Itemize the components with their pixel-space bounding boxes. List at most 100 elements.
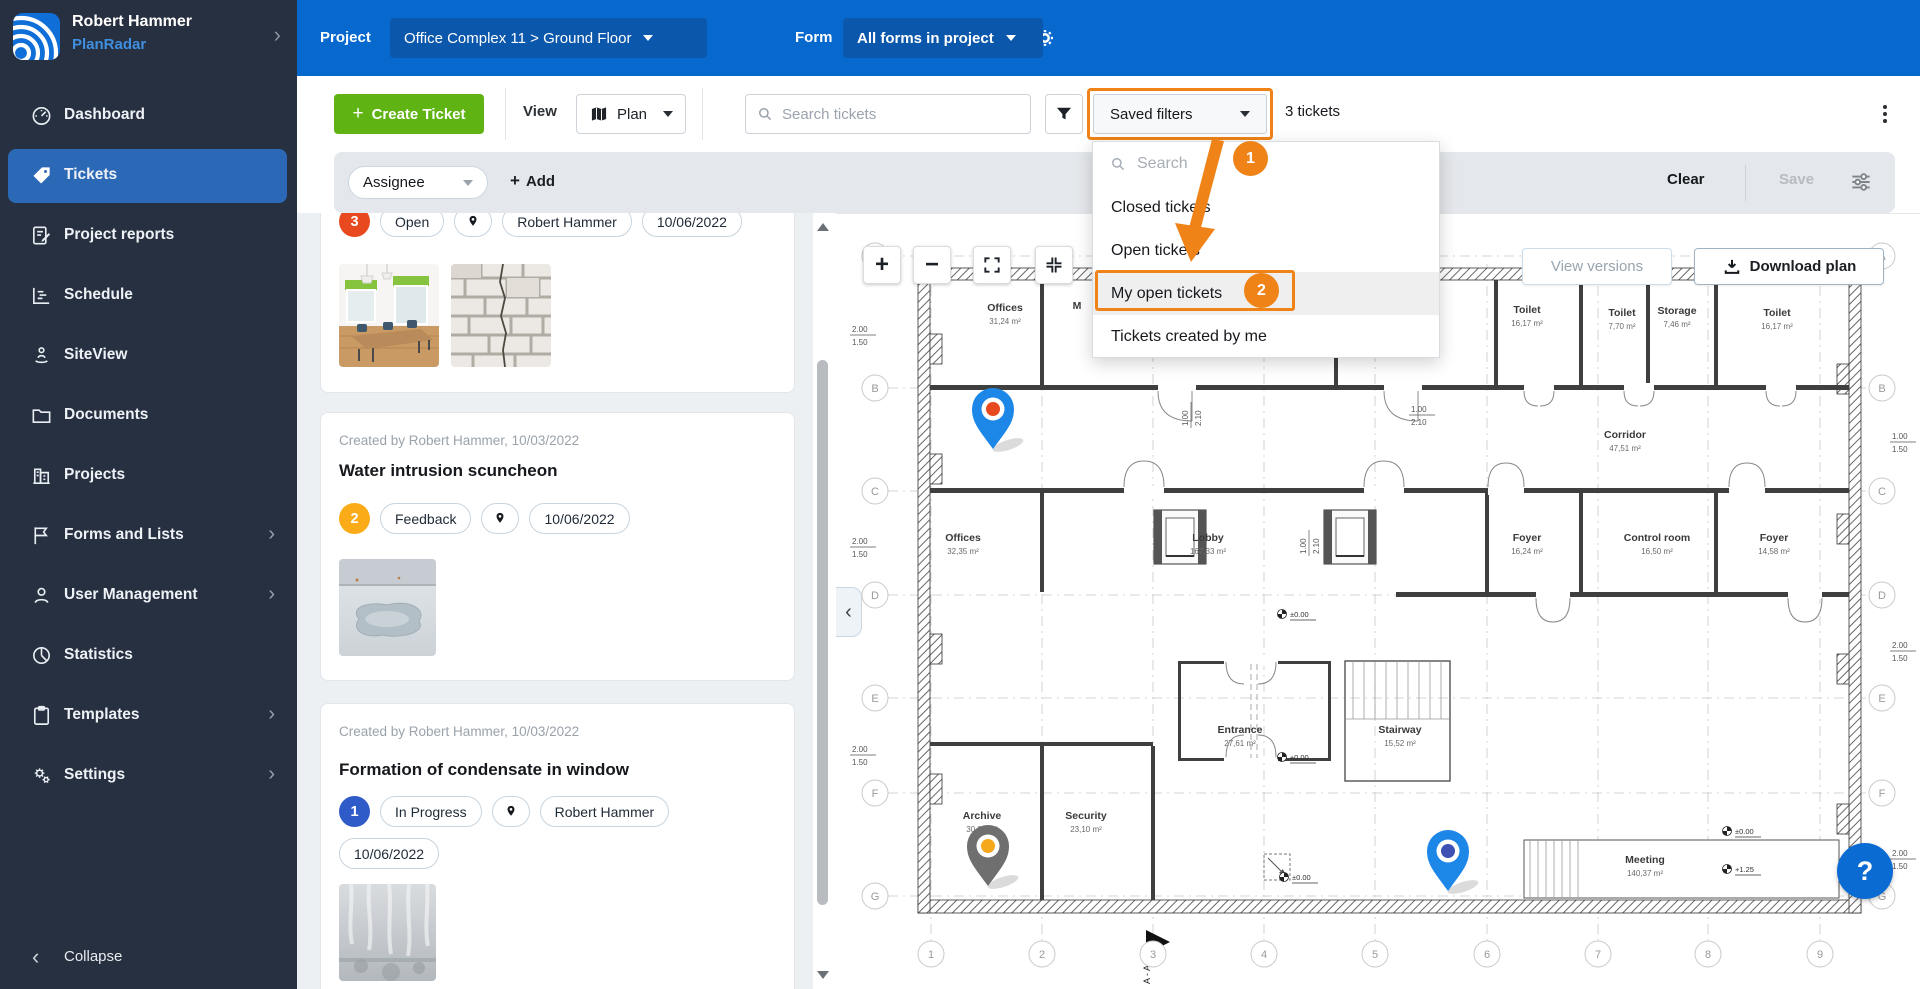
siteview-icon xyxy=(30,344,53,367)
zoom-in-button[interactable]: + xyxy=(863,246,901,284)
svg-text:B: B xyxy=(1878,383,1885,395)
ticket-pin-gray-yellow[interactable] xyxy=(967,825,1020,892)
ticket-pin-blue-navy[interactable] xyxy=(1427,830,1480,897)
chevron-right-icon: › xyxy=(268,763,275,786)
more-options-kebab-icon[interactable] xyxy=(1875,100,1895,128)
status-badge: In Progress xyxy=(380,796,482,827)
sidebar-item-documents[interactable]: Documents xyxy=(0,386,297,446)
svg-text:Storage: Storage xyxy=(1657,305,1696,317)
ticket-title: Formation of condensate in window xyxy=(339,760,629,780)
collapse-list-tab[interactable]: ‹ xyxy=(836,587,862,637)
ticket-photo-water-puddle[interactable] xyxy=(339,559,436,656)
svg-text:15,52 m²: 15,52 m² xyxy=(1384,739,1416,748)
due-date-badge: 10/06/2022 xyxy=(642,213,742,237)
ticket-count-badge: 2 xyxy=(339,503,370,534)
topbar: Project Office Complex 11 > Ground Floor… xyxy=(297,0,1920,76)
planradar-logo-icon[interactable] xyxy=(13,13,60,60)
tickets-count: 3 tickets xyxy=(1285,103,1340,120)
view-mode-selector[interactable]: Plan xyxy=(576,94,686,134)
filter-funnel-button[interactable] xyxy=(1045,94,1083,134)
planradar-app: Robert Hammer PlanRadar › Dashboard Tick… xyxy=(0,0,1920,989)
project-selector[interactable]: Office Complex 11 > Ground Floor xyxy=(390,18,707,58)
sidebar-item-statistics[interactable]: Statistics xyxy=(0,626,297,686)
plus-icon: + xyxy=(352,103,363,125)
documents-icon xyxy=(30,404,53,427)
ticket-pin-blue-red[interactable] xyxy=(972,388,1025,455)
sidebar-item-schedule[interactable]: Schedule xyxy=(0,266,297,326)
svg-text:14,58 m²: 14,58 m² xyxy=(1758,547,1790,556)
help-button[interactable]: ? xyxy=(1837,843,1893,899)
svg-text:D: D xyxy=(871,590,879,602)
svg-text:Lobby: Lobby xyxy=(1192,532,1224,544)
sidebar-collapse-button[interactable]: ‹ Collapse xyxy=(0,938,297,978)
due-date-badge: 10/06/2022 xyxy=(529,503,629,534)
svg-text:2: 2 xyxy=(1039,949,1045,961)
ticket-card[interactable]: Created by Robert Hammer, 10/03/2022 For… xyxy=(320,703,795,989)
sidebar-item-siteview[interactable]: SiteView xyxy=(0,326,297,386)
assignee-filter-dropdown[interactable]: Assignee xyxy=(348,166,488,199)
svg-text:Foyer: Foyer xyxy=(1513,532,1542,544)
sidebar-item-tickets[interactable]: Tickets xyxy=(0,146,297,206)
svg-text:G: G xyxy=(871,891,880,903)
scroll-up-arrow[interactable] xyxy=(817,221,829,231)
fit-to-screen-button[interactable] xyxy=(1035,246,1073,284)
svg-text:16,50 m²: 16,50 m² xyxy=(1641,547,1673,556)
form-selector[interactable]: All forms in project xyxy=(843,18,1043,58)
saved-filters-dropdown[interactable]: Saved filters xyxy=(1093,94,1267,134)
svg-text:Stairway: Stairway xyxy=(1378,724,1421,736)
save-filter-button[interactable]: Save xyxy=(1779,171,1814,188)
sidebar-item-project-reports[interactable]: Project reports xyxy=(0,206,297,266)
clear-filters-button[interactable]: Clear xyxy=(1667,171,1705,188)
svg-text:1.00: 1.00 xyxy=(1892,432,1908,441)
svg-text:±0.00: ±0.00 xyxy=(1292,873,1311,882)
sidebar-item-forms-and-lists[interactable]: Forms and Lists › xyxy=(0,506,297,566)
download-plan-button[interactable]: Download plan xyxy=(1694,248,1884,285)
svg-text:1.50: 1.50 xyxy=(852,758,868,767)
chevron-down-icon xyxy=(1240,111,1250,117)
menu-item-open-tickets[interactable]: Open tickets xyxy=(1093,229,1439,272)
ticket-count-badge: 1 xyxy=(339,796,370,827)
chevron-right-icon: › xyxy=(268,583,275,606)
svg-text:2.00: 2.00 xyxy=(1892,641,1908,650)
svg-text:31,24 m²: 31,24 m² xyxy=(989,317,1021,326)
filter-settings-sliders-icon[interactable] xyxy=(1848,169,1874,195)
dashboard-icon xyxy=(30,104,53,127)
ticket-photo-condensation[interactable] xyxy=(339,884,436,981)
sidebar-item-settings[interactable]: Settings › xyxy=(0,746,297,806)
svg-text:140,37 m²: 140,37 m² xyxy=(1627,869,1663,878)
svg-text:1.50: 1.50 xyxy=(1892,654,1908,663)
ticket-list: 3 Open Robert Hammer 10/06/2022 Created … xyxy=(297,213,813,989)
scroll-down-arrow[interactable] xyxy=(817,971,829,981)
chevron-right-icon: › xyxy=(268,523,275,546)
ticket-card[interactable]: 3 Open Robert Hammer 10/06/2022 xyxy=(320,213,795,393)
saved-filters-annotation-box: Saved filters xyxy=(1087,88,1273,140)
sidebar-item-templates[interactable]: Templates › xyxy=(0,686,297,746)
ticket-photo-wall-crack[interactable] xyxy=(451,264,551,367)
zoom-out-button[interactable]: − xyxy=(913,246,951,284)
chevron-down-icon xyxy=(643,35,653,41)
sidebar-item-user-management[interactable]: User Management › xyxy=(0,566,297,626)
search-tickets-input[interactable] xyxy=(782,106,1012,123)
view-versions-button[interactable]: View versions xyxy=(1522,248,1672,285)
search-icon xyxy=(756,105,774,123)
menu-item-tickets-created-by-me[interactable]: Tickets created by me xyxy=(1093,315,1439,358)
svg-text:±0.00: ±0.00 xyxy=(1290,610,1309,619)
create-ticket-button[interactable]: + Create Ticket xyxy=(334,94,484,134)
user-menu-chevron-icon[interactable]: › xyxy=(274,22,281,48)
scrollbar-thumb[interactable] xyxy=(817,360,828,905)
svg-text:1.50: 1.50 xyxy=(852,338,868,347)
fullscreen-expand-button[interactable] xyxy=(973,246,1011,284)
ticket-photo-meeting-room[interactable] xyxy=(339,264,439,367)
settings-icon xyxy=(30,764,53,787)
svg-text:2.00: 2.00 xyxy=(852,745,868,754)
svg-text:Archive: Archive xyxy=(963,810,1002,822)
menu-item-closed-tickets[interactable]: Closed tickets xyxy=(1093,186,1439,229)
sidebar-item-dashboard[interactable]: Dashboard xyxy=(0,86,297,146)
svg-text:27,61 m²: 27,61 m² xyxy=(1224,739,1256,748)
add-filter-button[interactable]: +Add xyxy=(510,171,555,191)
svg-text:1: 1 xyxy=(928,949,934,961)
sidebar-item-projects[interactable]: Projects xyxy=(0,446,297,506)
svg-text:+1.25: +1.25 xyxy=(1735,865,1754,874)
ticket-card[interactable]: Created by Robert Hammer, 10/03/2022 Wat… xyxy=(320,412,795,681)
created-by-text: Created by Robert Hammer, 10/03/2022 xyxy=(339,724,579,739)
